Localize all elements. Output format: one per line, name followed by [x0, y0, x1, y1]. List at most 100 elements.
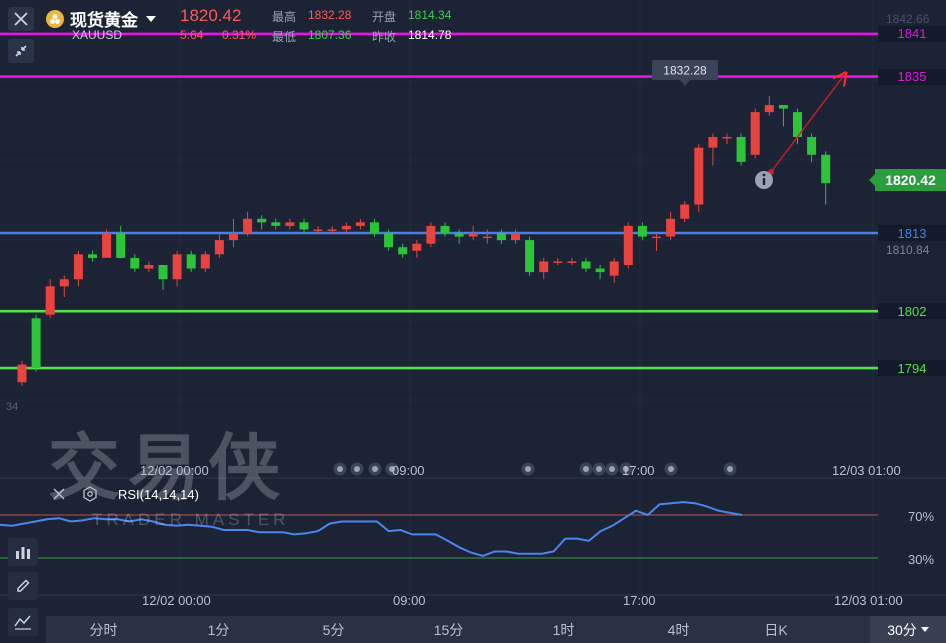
candle — [299, 218, 309, 233]
candle — [186, 250, 196, 273]
tf-tick[interactable]: 分时 — [46, 616, 161, 643]
level-label: 1813 — [878, 225, 946, 241]
rsi-line — [0, 501, 743, 557]
rsi-close-icon[interactable] — [52, 487, 66, 506]
candle — [525, 236, 535, 276]
time-label: 12/03 01:00 — [834, 593, 903, 608]
collapse-icon — [15, 45, 27, 57]
candle — [412, 240, 422, 258]
current-price-tag: 1820.42 — [869, 169, 946, 191]
trading-app: 1832.28 交易侠 TRADER MASTER 现货黄金 XAUUSD 18… — [0, 0, 946, 643]
candle — [454, 229, 464, 244]
tf-30m-label: 30分 — [887, 621, 917, 638]
candle — [285, 218, 295, 230]
candle — [567, 257, 577, 265]
level-label: 1835 — [878, 68, 946, 85]
low-value: 1807.36 — [308, 28, 352, 42]
candle — [88, 250, 97, 262]
level-label: 1794 — [878, 360, 946, 377]
candle — [666, 211, 676, 241]
event-dot-inner — [596, 466, 602, 472]
trend-arrow[interactable] — [770, 74, 845, 173]
candle — [229, 218, 238, 248]
candle — [200, 250, 210, 273]
event-dot-inner — [668, 466, 674, 472]
rsi-panel[interactable] — [0, 501, 878, 559]
time-label: 09:00 — [393, 593, 426, 608]
candle — [73, 250, 83, 287]
trendline-button[interactable] — [8, 608, 38, 636]
candle — [59, 275, 69, 297]
collapse-button[interactable] — [8, 39, 34, 63]
event-dot-inner — [354, 466, 360, 472]
candle — [102, 229, 112, 258]
candle — [793, 108, 802, 145]
candle — [496, 229, 506, 244]
candle — [17, 360, 27, 386]
time-label: 12/03 01:00 — [832, 463, 901, 478]
dropdown-caret-icon — [146, 15, 156, 22]
low-label: 最低 — [272, 30, 297, 44]
support-resistance-lines[interactable] — [0, 32, 878, 370]
pencil-icon — [17, 579, 30, 592]
gold-coin-icon — [46, 9, 64, 28]
close-button[interactable] — [8, 7, 34, 31]
candle — [750, 108, 760, 159]
candle — [341, 222, 351, 233]
axis-price-top: 1842.66 — [886, 12, 930, 26]
candle — [271, 218, 281, 230]
price-chart[interactable]: 1832.28 — [0, 0, 946, 643]
tf-1d[interactable]: 日K — [736, 616, 816, 643]
candle — [736, 133, 746, 166]
candle — [807, 133, 817, 162]
price-change-pct: 0.31% — [222, 28, 257, 42]
event-dot-inner — [609, 466, 615, 472]
candle — [398, 243, 408, 258]
level-label: 1841 — [878, 25, 946, 42]
candle — [130, 254, 140, 273]
instrument-symbol: XAUUSD — [72, 28, 123, 42]
candle — [694, 144, 704, 212]
level-label: 1802 — [878, 303, 946, 320]
candle — [158, 264, 168, 290]
rsi-lower-label: 30% — [908, 552, 935, 567]
indicator-button[interactable] — [8, 538, 38, 566]
candle — [778, 105, 788, 127]
draw-button[interactable] — [8, 572, 38, 600]
candle — [468, 225, 478, 241]
candle — [722, 133, 732, 145]
candle — [45, 279, 55, 319]
high-tooltip: 1832.28 — [652, 60, 718, 86]
bar-chart-icon — [16, 547, 30, 559]
candle — [243, 211, 253, 237]
tf-15m[interactable]: 15分 — [391, 616, 506, 643]
tf-4h[interactable]: 4时 — [621, 616, 736, 643]
tf-1h[interactable]: 1时 — [506, 616, 621, 643]
rsi-label: RSI(14,14,14) — [118, 487, 199, 502]
time-label: 17:00 — [623, 593, 656, 608]
candle — [680, 201, 690, 223]
info-icon[interactable] — [755, 171, 773, 189]
candle — [652, 233, 661, 251]
candle — [553, 257, 563, 265]
open-value: 1814.34 — [408, 8, 452, 22]
candlesticks — [17, 95, 831, 386]
last-price: 1820.42 — [180, 6, 242, 25]
event-dot-inner — [372, 466, 378, 472]
candle — [214, 233, 224, 258]
rsi-settings-icon[interactable] — [82, 486, 98, 507]
timeframe-bar: 分时 1分 5分 15分 1时 4时 日K 30分 — [46, 616, 946, 643]
candle — [637, 222, 647, 241]
candle — [708, 133, 718, 166]
tf-30m-dropdown[interactable]: 30分 — [870, 616, 946, 643]
candle — [482, 229, 492, 244]
tf-1m[interactable]: 1分 — [161, 616, 276, 643]
tf-5m[interactable]: 5分 — [276, 616, 391, 643]
dropdown-caret-icon — [920, 627, 929, 632]
grid-lines — [0, 0, 946, 596]
candle — [257, 215, 267, 230]
axis-price-faded: 1810.84 — [886, 243, 930, 257]
prev-close-label: 昨收 — [372, 30, 397, 44]
trend-line-icon — [14, 615, 31, 630]
candle — [623, 222, 633, 269]
